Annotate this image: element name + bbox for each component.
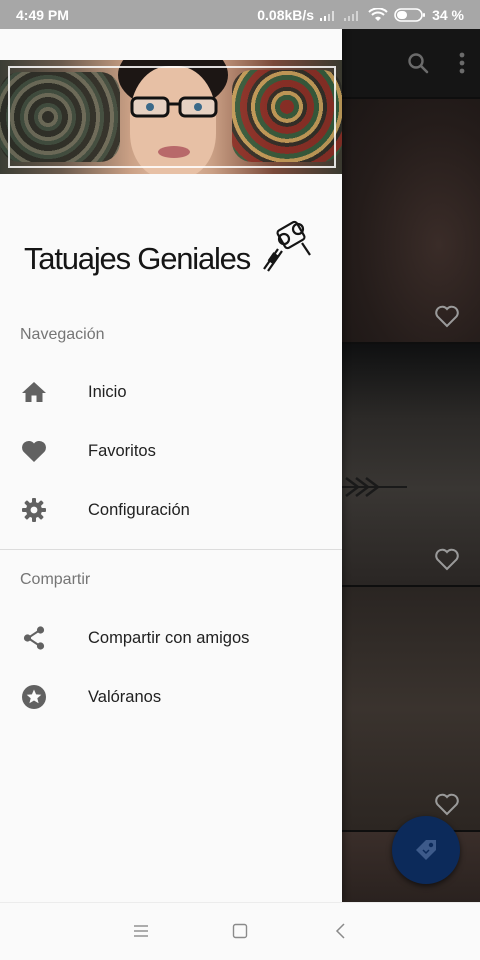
logo-text: Tatuajes Geniales [24, 241, 251, 276]
gear-icon [20, 496, 48, 524]
back-icon[interactable] [334, 923, 346, 939]
tattoo-card[interactable] [342, 99, 480, 342]
tag-icon [416, 840, 436, 860]
battery-icon [394, 7, 426, 22]
nav-item-favoritos[interactable]: Favoritos [0, 423, 342, 479]
section-title-compartir: Compartir [20, 571, 91, 588]
nav-item-compartir-con-amigos[interactable]: Compartir con amigos [0, 610, 342, 666]
menu-icon[interactable] [133, 923, 149, 939]
home-square-icon[interactable] [232, 923, 248, 939]
heart-outline-icon[interactable] [434, 547, 460, 571]
drawer-divider [0, 549, 342, 550]
fab-button[interactable] [392, 816, 460, 884]
status-bar: 4:49 PM 0.08kB/s 34 % [0, 0, 480, 29]
share-icon [20, 624, 48, 652]
more-vert-icon[interactable] [458, 51, 466, 75]
app-logo: Tatuajes Geniales [24, 215, 324, 285]
nav-item-configuracion[interactable]: Configuración [0, 482, 342, 538]
star-icon [20, 683, 48, 711]
nav-item-inicio[interactable]: Inicio [0, 364, 342, 420]
heart-outline-icon[interactable] [434, 792, 460, 816]
signal-icon [320, 10, 335, 21]
network-speed: 0.08kB/s [257, 6, 315, 23]
toolbar [342, 29, 480, 97]
status-time: 4:49 PM [16, 6, 69, 23]
home-icon [20, 378, 48, 406]
heart-icon [20, 437, 48, 465]
nav-item-valoranos[interactable]: Valóranos [0, 669, 342, 725]
tattoo-image [342, 477, 407, 497]
tattoo-machine-icon [263, 220, 311, 272]
drawer-header-image [0, 60, 342, 174]
navigation-drawer: Tatuajes Geniales Navegación Inicio Favo… [0, 29, 342, 902]
tattoo-card[interactable] [342, 587, 480, 830]
signal-icon [344, 10, 359, 21]
wifi-icon [368, 7, 388, 21]
heart-outline-icon[interactable] [434, 304, 460, 328]
section-title-navegacion: Navegación [20, 326, 105, 343]
system-nav-bar [0, 902, 480, 960]
search-icon[interactable] [406, 51, 430, 75]
battery-level: 34 % [432, 6, 464, 23]
tattoo-card[interactable] [342, 344, 480, 585]
